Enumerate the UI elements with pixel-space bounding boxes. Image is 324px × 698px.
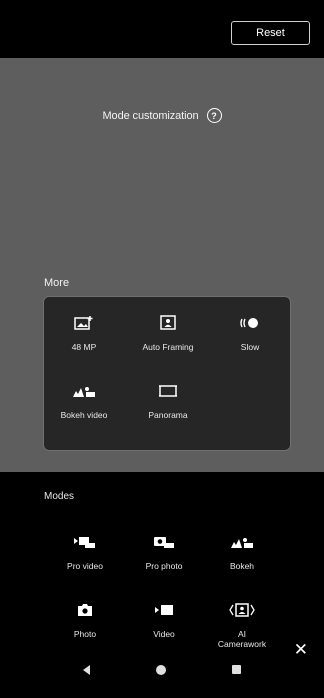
mode-tile-bokeh-video[interactable]: Bokeh video [48,381,120,420]
mode-tile-label: Panorama [148,410,188,420]
frame-person-icon [159,313,177,333]
mode-tile-pro-video[interactable]: Pro video [49,532,121,571]
home-icon[interactable] [156,664,166,675]
mode-tile-label: Pro video [67,561,103,571]
video-icon [154,600,174,620]
camera-icon [77,600,93,620]
modes-section-label: Modes [44,491,75,502]
mode-tile-auto-framing[interactable]: Auto Framing [132,313,204,352]
mode-tile-label: 48 MP [71,342,97,352]
mode-tile-label: Bokeh [229,561,255,571]
slow-motion-icon [239,313,261,333]
mode-tile-label: Photo [73,629,97,639]
recent-apps-icon[interactable] [232,665,241,674]
mode-tile-label: Slow [240,342,260,352]
mode-tile-label: Bokeh video [60,410,108,420]
mode-tile-48mp[interactable]: 48 MP [48,313,120,352]
mode-tile-label: Auto Framing [142,342,194,352]
bokeh-icon [230,532,254,552]
mode-tile-label: Video [153,629,175,639]
system-navigation-bar [0,641,324,698]
mode-tile-panorama[interactable]: Panorama [132,381,204,420]
mode-tile-photo[interactable]: Photo [49,600,121,639]
panorama-icon [158,381,178,401]
header: Mode customization ? [0,108,324,123]
mode-tile-bokeh[interactable]: Bokeh [206,532,278,571]
more-section-label: More [44,277,70,289]
ai-camerawork-icon [229,600,255,620]
mode-tile-slow[interactable]: Slow [214,313,286,352]
mode-tile-label: Pro photo [145,561,183,571]
mode-customization-area: Mode customization ? More 48 MP Auto Fra… [0,58,324,472]
more-modes-panel: 48 MP Auto Framing Slow Bokeh video Pano… [43,296,291,451]
image-plus-icon [74,313,94,333]
question-circle-icon[interactable]: ? [206,108,222,123]
mode-tile-video[interactable]: Video [128,600,200,639]
bokeh-video-icon [72,381,96,401]
pro-video-icon [73,532,97,552]
pro-photo-icon [152,532,176,552]
mode-tile-pro-photo[interactable]: Pro photo [128,532,200,571]
top-bar: Reset [0,0,324,58]
page-title: Mode customization [102,109,199,122]
back-icon[interactable] [83,664,90,675]
reset-button[interactable]: Reset [231,21,310,45]
